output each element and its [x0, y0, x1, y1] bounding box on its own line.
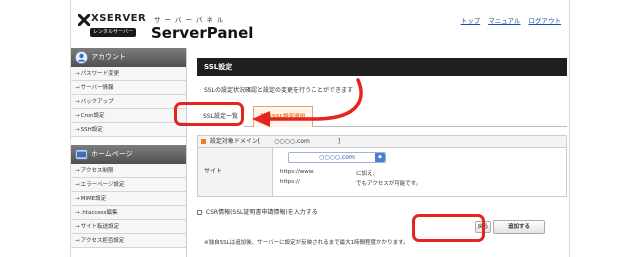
sidebar-section-homepage: ホームページ — [71, 145, 186, 164]
manual-link[interactable]: マニュアル — [488, 15, 520, 25]
logout-link[interactable]: ログアウト — [529, 15, 562, 25]
product-name: ServerPanel — [151, 24, 254, 42]
csr-checkbox[interactable] — [197, 209, 202, 215]
site-note-line2-end: でもアクセスが可能です。 — [356, 181, 422, 187]
add-button[interactable]: 追加する — [493, 220, 545, 234]
target-domain-label: 設定対象ドメイン[ — [209, 138, 261, 145]
site-note-line1-start: https://www. — [280, 169, 315, 175]
annotation-highlight-button — [412, 214, 485, 242]
sidebar-item-cron[interactable]: Cron設定 — [71, 109, 186, 123]
sidebar-item-access-deny[interactable]: アクセス拒否設定 — [71, 234, 186, 248]
chevron-updown-icon: ◆ — [375, 153, 385, 162]
bullet-square-icon — [201, 138, 206, 144]
page-title: SSL設定 — [197, 58, 567, 76]
target-domain-value: ○○○○.com — [274, 138, 310, 145]
sidebar-section-account: アカウント — [71, 48, 186, 67]
csr-option[interactable]: CSR情報(SSL証明書申請情報)を入力する — [197, 207, 318, 216]
footer-note: ※独自SSLは追加後、サーバーに設定が反映されるまで最大1時間程度かかります。 — [204, 240, 409, 246]
user-icon — [75, 51, 88, 64]
header: XSERVER レンタルサーバー サーバーパネル ServerPanel トップ… — [71, 0, 569, 48]
sidebar-item-backup[interactable]: バックアップ — [71, 95, 186, 109]
site-label: サイト — [198, 148, 273, 196]
sidebar-item-error-page[interactable]: エラーページ設定 — [71, 178, 186, 192]
sidebar-item-site-forward[interactable]: サイト転送設定 — [71, 220, 186, 234]
top-links: トップ マニュアル ログアウト — [461, 15, 561, 25]
sidebar-section-title: アカウント — [91, 53, 126, 61]
brand-name: XSERVER — [91, 13, 147, 24]
annotation-highlight-tab — [174, 102, 244, 126]
sidebar: アカウント パスワード変更 サーバー情報 バックアップ Cron設定 SSH設定… — [71, 48, 187, 257]
sidebar-section-title: ホームページ — [91, 150, 133, 158]
ssl-form: 設定対象ドメイン[ ○○○○.com ] サイト ○○○○.com ◆ http… — [197, 135, 567, 197]
sidebar-item-server-info[interactable]: サーバー情報 — [71, 81, 186, 95]
xserver-logo-icon — [78, 14, 90, 26]
top-link[interactable]: トップ — [461, 15, 481, 25]
site-row: サイト ○○○○.com ◆ https://www. に加え、 https:/… — [198, 148, 566, 196]
csr-label: CSR情報(SSL証明書申請情報)を入力する — [205, 209, 318, 216]
sidebar-item-mime[interactable]: MIME設定 — [71, 192, 186, 206]
sidebar-item-password[interactable]: パスワード変更 — [71, 67, 186, 81]
brand-badge: レンタルサーバー — [90, 28, 136, 37]
site-note-line2-start: https:// — [280, 179, 300, 185]
target-domain-close: ] — [337, 138, 341, 145]
product-kana: サーバーパネル — [154, 16, 228, 24]
site-select-value: ○○○○.com — [319, 154, 355, 161]
homepage-icon — [75, 149, 88, 160]
site-note-line1-end: に加え、 — [356, 171, 379, 177]
sidebar-item-access-restriction[interactable]: アクセス制限 — [71, 164, 186, 178]
sidebar-item-htaccess[interactable]: .htaccess編集 — [71, 206, 186, 220]
annotation-arrow-icon — [252, 78, 363, 127]
site-select[interactable]: ○○○○.com ◆ — [288, 152, 386, 163]
sidebar-item-ssh[interactable]: SSH設定 — [71, 123, 186, 137]
